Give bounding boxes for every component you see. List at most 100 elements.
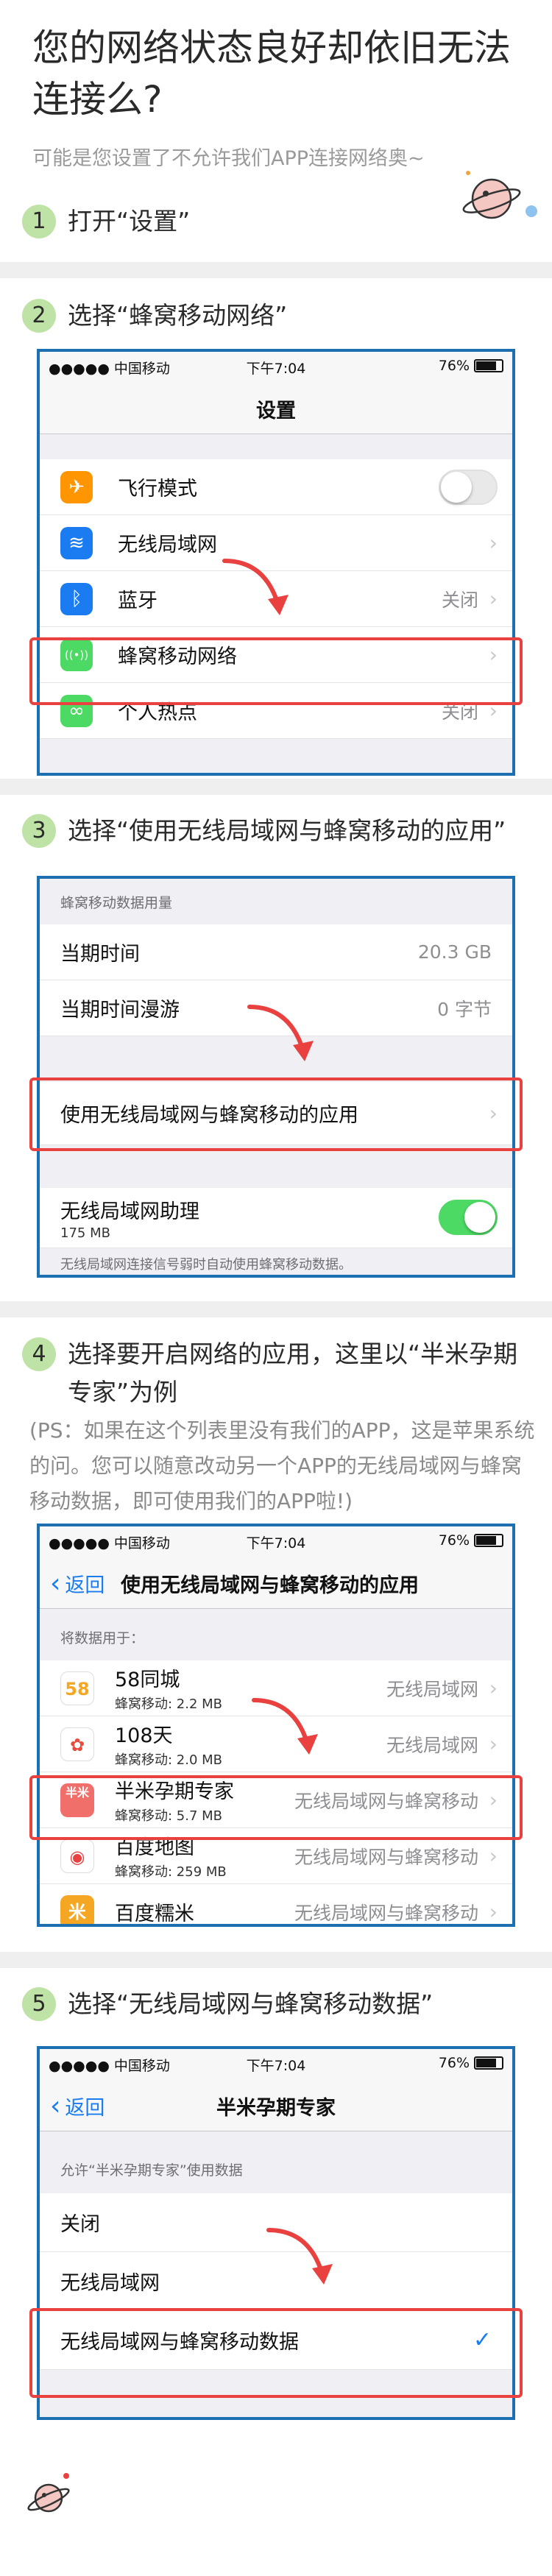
airplane-icon: ✈ [60, 471, 93, 503]
page-title: 您的网络状态良好却依旧无法连接么? [32, 26, 511, 121]
step-text: 选择“使用无线局域网与蜂窝移动的应用” [68, 816, 506, 845]
row-label: 当期时间漫游 [60, 999, 180, 1022]
battery-icon [474, 2056, 503, 2070]
navigation-bar: 设置 [40, 380, 512, 434]
navigation-bar: ‹ 返回 半米孕期专家 [40, 2077, 512, 2131]
divider [0, 779, 552, 795]
app-name: 百度糯米 [115, 1903, 194, 1925]
nav-title: 半米孕期专家 [216, 2097, 336, 2120]
battery-indicator: 76% [439, 1532, 503, 1549]
step-5: 5 选择“无线局域网与蜂窝移动数据” [22, 1987, 433, 2021]
step-text: 打开“设置” [68, 207, 191, 236]
wifi-icon: ≋ [60, 527, 93, 559]
wifi-assist-row: 无线局域网助理 175 MB [40, 1188, 512, 1248]
wifi-assist-toggle[interactable] [439, 1200, 498, 1235]
airplane-toggle[interactable] [439, 469, 498, 505]
app-permission: 无线局域网 [386, 1734, 478, 1756]
divider [0, 1301, 552, 1317]
app-name: 58同城 [115, 1669, 180, 1691]
option-label: 无线局域网 [60, 2272, 160, 2295]
assist-list: 无线局域网助理 175 MB [40, 1188, 512, 1248]
app-permission: 无线局域网与蜂窝移动 [294, 1846, 478, 1868]
step-3: 3 选择“使用无线局域网与蜂窝移动的应用” [22, 814, 506, 848]
usage-row-current: 当期时间 20.3 GB [40, 924, 512, 980]
row-label: 当期时间 [60, 943, 140, 966]
step-text: 选择要开启网络的应用，这里以“半米孕期专家”为例 [68, 1340, 518, 1406]
nav-title: 使用无线局域网与蜂窝移动的应用 [121, 1574, 419, 1597]
row-label: 无线局域网助理 [60, 1200, 199, 1223]
step-number: 4 [22, 1337, 56, 1371]
note-text: (PS：如果在这个列表里没有我们的APP，这是苹果系统的问。您可以随意改动另一个… [29, 1418, 535, 1513]
highlight-frame [29, 1078, 523, 1151]
app-nuomi-icon: 米 [60, 1895, 94, 1924]
row-value: 0 字节 [437, 998, 492, 1020]
page-subtitle: 可能是您设置了不允许我们APP连接网络奥~ [32, 147, 425, 170]
highlight-frame [29, 2308, 523, 2398]
section-header: 蜂窝移动数据用量 [60, 895, 173, 911]
option-label: 关闭 [60, 2213, 100, 2236]
step-text: 选择“蜂窝移动网络” [68, 301, 288, 330]
chevron-right-icon: › [489, 1732, 498, 1756]
chevron-right-icon: › [489, 1844, 498, 1868]
app-usage: 蜂窝移动: 2.0 MB [115, 1752, 223, 1768]
status-bar: ●●●●● 中国移动 下午7:04 76% [40, 1526, 512, 1554]
status-bar: ●●●●● 中国移动 下午7:04 76% [40, 2049, 512, 2077]
step-number: 3 [22, 814, 56, 848]
highlight-frame [29, 1775, 523, 1840]
pointer-arrow-icon [222, 559, 289, 615]
row-label: 蓝牙 [118, 590, 158, 612]
battery-indicator: 76% [439, 358, 503, 374]
chevron-left-icon: ‹ [50, 1568, 61, 1599]
app-permission: 无线局域网与蜂窝移动 [294, 1902, 478, 1924]
pointer-arrow-icon [247, 1005, 314, 1061]
row-value: 关闭 [441, 589, 478, 611]
row-label: 飞行模式 [118, 478, 197, 500]
app-name: 108天 [115, 1724, 173, 1747]
app-row-nuomi[interactable]: 米 百度糯米 无线局域网与蜂窝移动 › [40, 1884, 512, 1925]
status-bar: ●●●●● 中国移动 下午7:04 76% [40, 352, 512, 380]
section-footer: 无线局域网连接信号弱时自动使用蜂窝移动数据。 [60, 1257, 352, 1273]
highlight-frame [29, 637, 523, 705]
step-4: 4 选择要开启网络的应用，这里以“半米孕期专家”为例 [22, 1335, 539, 1412]
screenshot-cellular: 蜂窝移动数据用量 当期时间 20.3 GB 当期时间漫游 0 字节 使用无线局域… [37, 876, 515, 1278]
back-button[interactable]: ‹ 返回 [50, 1569, 105, 1598]
battery-percent: 76% [438, 358, 470, 374]
bluetooth-icon: ᛒ [60, 583, 93, 615]
chevron-right-icon: › [489, 1676, 498, 1700]
battery-percent: 76% [438, 2055, 470, 2071]
chevron-right-icon: › [489, 587, 498, 611]
pointer-arrow-icon [266, 2228, 333, 2285]
step-2: 2 选择“蜂窝移动网络” [22, 299, 287, 333]
planet-illustration-icon [462, 171, 537, 219]
step-1: 1 打开“设置” [22, 205, 190, 238]
divider [0, 262, 552, 278]
row-value: 20.3 GB [417, 941, 492, 963]
app-58-icon: 58 [60, 1671, 94, 1705]
nav-title: 设置 [256, 400, 296, 422]
chevron-right-icon: › [489, 1900, 498, 1924]
battery-percent: 76% [438, 1532, 470, 1549]
section-header: 将数据用于： [60, 1630, 145, 1646]
app-usage: 蜂窝移动: 259 MB [115, 1864, 227, 1880]
row-label: 无线局域网 [118, 534, 217, 556]
app-baidumap-icon: ◉ [60, 1839, 94, 1873]
section-header: 允许“半米孕期专家”使用数据 [60, 2162, 243, 2179]
battery-indicator: 76% [439, 2055, 503, 2071]
step-number: 2 [22, 299, 56, 333]
app-108-icon: ✿ [60, 1727, 94, 1761]
battery-icon [474, 1534, 503, 1547]
app-usage: 蜂窝移动: 2.2 MB [115, 1696, 223, 1712]
step-number: 1 [22, 205, 56, 238]
back-label: 返回 [65, 1574, 105, 1597]
row-subtitle: 175 MB [60, 1225, 110, 1241]
step-number: 5 [22, 1987, 56, 2021]
navigation-bar: ‹ 返回 使用无线局域网与蜂窝移动的应用 [40, 1554, 512, 1609]
battery-icon [474, 359, 503, 372]
pointer-arrow-icon [252, 1698, 318, 1755]
chevron-right-icon: › [489, 531, 498, 555]
app-permission: 无线局域网 [386, 1678, 478, 1700]
step-text: 选择“无线局域网与蜂窝移动数据” [68, 1989, 434, 2018]
divider [0, 1952, 552, 1968]
settings-row-airplane[interactable]: ✈ 飞行模式 [40, 459, 512, 515]
planet-small-icon [27, 2473, 70, 2513]
